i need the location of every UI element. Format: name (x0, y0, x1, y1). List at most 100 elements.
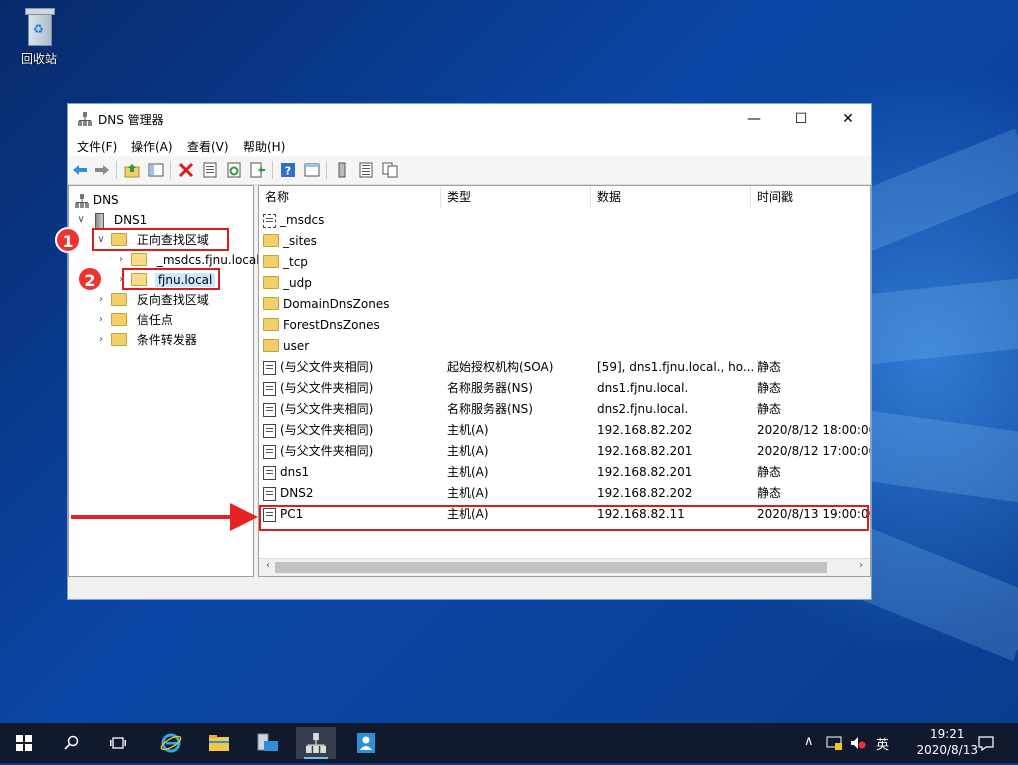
chevron-down-icon[interactable]: ∨ (95, 230, 107, 250)
recycle-bin-icon: ♻ (23, 8, 55, 46)
tree-item-forward-lookup-zones[interactable]: ∨ 正向查找区域 (95, 230, 209, 250)
properties-icon[interactable] (202, 162, 218, 178)
chevron-right-icon[interactable]: › (115, 270, 127, 290)
copy-icon[interactable] (382, 162, 398, 178)
taskbar: ∧ 英 19:21 2020/8/13 (0, 723, 1018, 763)
file-explorer-button[interactable] (199, 727, 239, 759)
details-view-icon[interactable] (304, 162, 320, 178)
show-hide-tree-icon[interactable] (148, 162, 164, 178)
chevron-down-icon[interactable]: ∨ (75, 210, 87, 230)
table-row[interactable]: _udp (263, 273, 868, 294)
tree-item-reverse-lookup-zones[interactable]: › 反向查找区域 (95, 290, 209, 310)
dns-record-icon (263, 423, 276, 438)
server-manager-button[interactable] (248, 727, 288, 759)
export-icon[interactable] (250, 162, 266, 178)
folder-icon (111, 333, 127, 346)
chevron-right-icon[interactable]: › (95, 310, 107, 330)
list-icon[interactable] (358, 162, 374, 178)
tree-label: _msdcs.fjnu.local (156, 253, 260, 267)
record-timestamp: 静态 (757, 465, 782, 479)
window-title: DNS 管理器 (98, 113, 164, 127)
column-header-name[interactable]: 名称 (259, 186, 441, 208)
close-button[interactable]: ✕ (825, 104, 871, 134)
menu-file[interactable]: 文件(F) (77, 138, 117, 155)
contacts-icon (357, 733, 375, 753)
tree-label-selected: fjnu.local (154, 273, 216, 287)
table-row[interactable]: _msdcs (263, 210, 868, 231)
tree-item-zone-msdcs[interactable]: › _msdcs.fjnu.local (115, 250, 260, 270)
horizontal-scrollbar[interactable]: ‹ › (259, 558, 870, 576)
server-icon[interactable] (334, 162, 350, 178)
show-hidden-icons-button[interactable]: ∧ (804, 734, 814, 749)
forward-icon[interactable] (94, 162, 110, 178)
record-type: 主机(A) (447, 465, 489, 479)
search-button[interactable] (52, 727, 92, 759)
table-row[interactable]: (与父文件夹相同) 名称服务器(NS) dns1.fjnu.local. 静态 (263, 378, 868, 399)
record-name: user (283, 339, 310, 353)
clock[interactable]: 19:21 2020/8/13 (916, 726, 978, 758)
edge-browser-button[interactable] (151, 727, 191, 759)
recycle-bin[interactable]: ♻ 回收站 (12, 8, 66, 67)
table-row[interactable]: DomainDnsZones (263, 294, 868, 315)
volume-muted-icon[interactable] (850, 736, 866, 750)
folder-icon (263, 255, 279, 268)
tree-item-dns[interactable]: DNS (75, 190, 119, 210)
chevron-right-icon[interactable]: › (95, 290, 107, 310)
delete-icon[interactable] (178, 162, 194, 178)
dns-record-icon (263, 360, 276, 375)
table-row[interactable]: ForestDnsZones (263, 315, 868, 336)
column-header-data[interactable]: 数据 (591, 186, 751, 208)
dns-icon (75, 193, 89, 208)
refresh-icon[interactable] (226, 162, 242, 178)
input-method-indicator[interactable]: 英 (876, 734, 889, 753)
tree-item-conditional-forwarders[interactable]: › 条件转发器 (95, 330, 197, 350)
dns-manager-icon (306, 733, 326, 753)
table-row[interactable]: DNS2 主机(A) 192.168.82.202 静态 (263, 483, 868, 504)
tree-item-trust-points[interactable]: › 信任点 (95, 310, 173, 330)
chevron-right-icon[interactable]: › (95, 330, 107, 350)
record-timestamp: 2020/8/12 17:00:00 (757, 444, 871, 458)
dns-manager-taskbar-button[interactable] (296, 727, 336, 759)
scroll-thumb[interactable] (275, 562, 827, 573)
minimize-button[interactable]: — (731, 104, 777, 134)
record-name: _udp (283, 276, 312, 290)
maximize-button[interactable]: ☐ (778, 104, 824, 134)
menu-action[interactable]: 操作(A) (131, 138, 173, 155)
chevron-right-icon[interactable]: › (115, 250, 127, 270)
table-row[interactable]: PC1 主机(A) 192.168.82.11 2020/8/13 19:00:00 (263, 504, 870, 525)
scroll-left-icon[interactable]: ‹ (261, 560, 275, 571)
menu-view[interactable]: 查看(V) (187, 138, 229, 155)
contacts-button[interactable] (346, 727, 386, 759)
table-row[interactable]: _tcp (263, 252, 868, 273)
table-row[interactable]: user (263, 336, 868, 357)
table-row[interactable]: (与父文件夹相同) 主机(A) 192.168.82.202 2020/8/12 18… (263, 420, 870, 441)
back-icon[interactable] (72, 162, 88, 178)
svg-text:?: ? (285, 165, 291, 178)
tree-label: 条件转发器 (136, 333, 197, 347)
start-button[interactable] (4, 727, 44, 759)
clock-date: 2020/8/13 (916, 743, 978, 757)
title-bar[interactable]: DNS 管理器 — ☐ ✕ (68, 104, 871, 134)
table-row[interactable]: (与父文件夹相同) 主机(A) 192.168.82.201 2020/8/12 17… (263, 441, 871, 462)
tree-item-zone-fjnu[interactable]: › fjnu.local (115, 270, 216, 290)
task-view-button[interactable] (98, 727, 138, 759)
tree-item-dns1[interactable]: ∨ DNS1 (75, 210, 147, 230)
record-name: (与父文件夹相同) (280, 444, 374, 458)
notifications-icon[interactable] (978, 735, 994, 751)
table-row[interactable]: (与父文件夹相同) 起始授权机构(SOA) [59], dns1.fjnu.loca… (263, 357, 868, 378)
network-icon[interactable] (826, 736, 842, 750)
zone-icon (131, 273, 147, 286)
table-row[interactable]: dns1 主机(A) 192.168.82.201 静态 (263, 462, 868, 483)
record-type: 主机(A) (447, 444, 489, 458)
server-icon (95, 212, 104, 229)
up-folder-icon[interactable] (124, 162, 140, 178)
column-header-timestamp[interactable]: 时间戳 (751, 186, 870, 208)
dns-manager-window: DNS 管理器 — ☐ ✕ 文件(F) 操作(A) 查看(V) 帮助(H) ? (67, 103, 872, 600)
table-row[interactable]: (与父文件夹相同) 名称服务器(NS) dns2.fjnu.local. 静态 (263, 399, 868, 420)
scroll-right-icon[interactable]: › (854, 560, 868, 571)
table-row[interactable]: _sites (263, 231, 868, 252)
record-type: 名称服务器(NS) (447, 381, 533, 395)
menu-help[interactable]: 帮助(H) (243, 138, 285, 155)
column-header-type[interactable]: 类型 (441, 186, 591, 208)
help-icon[interactable]: ? (280, 162, 296, 178)
